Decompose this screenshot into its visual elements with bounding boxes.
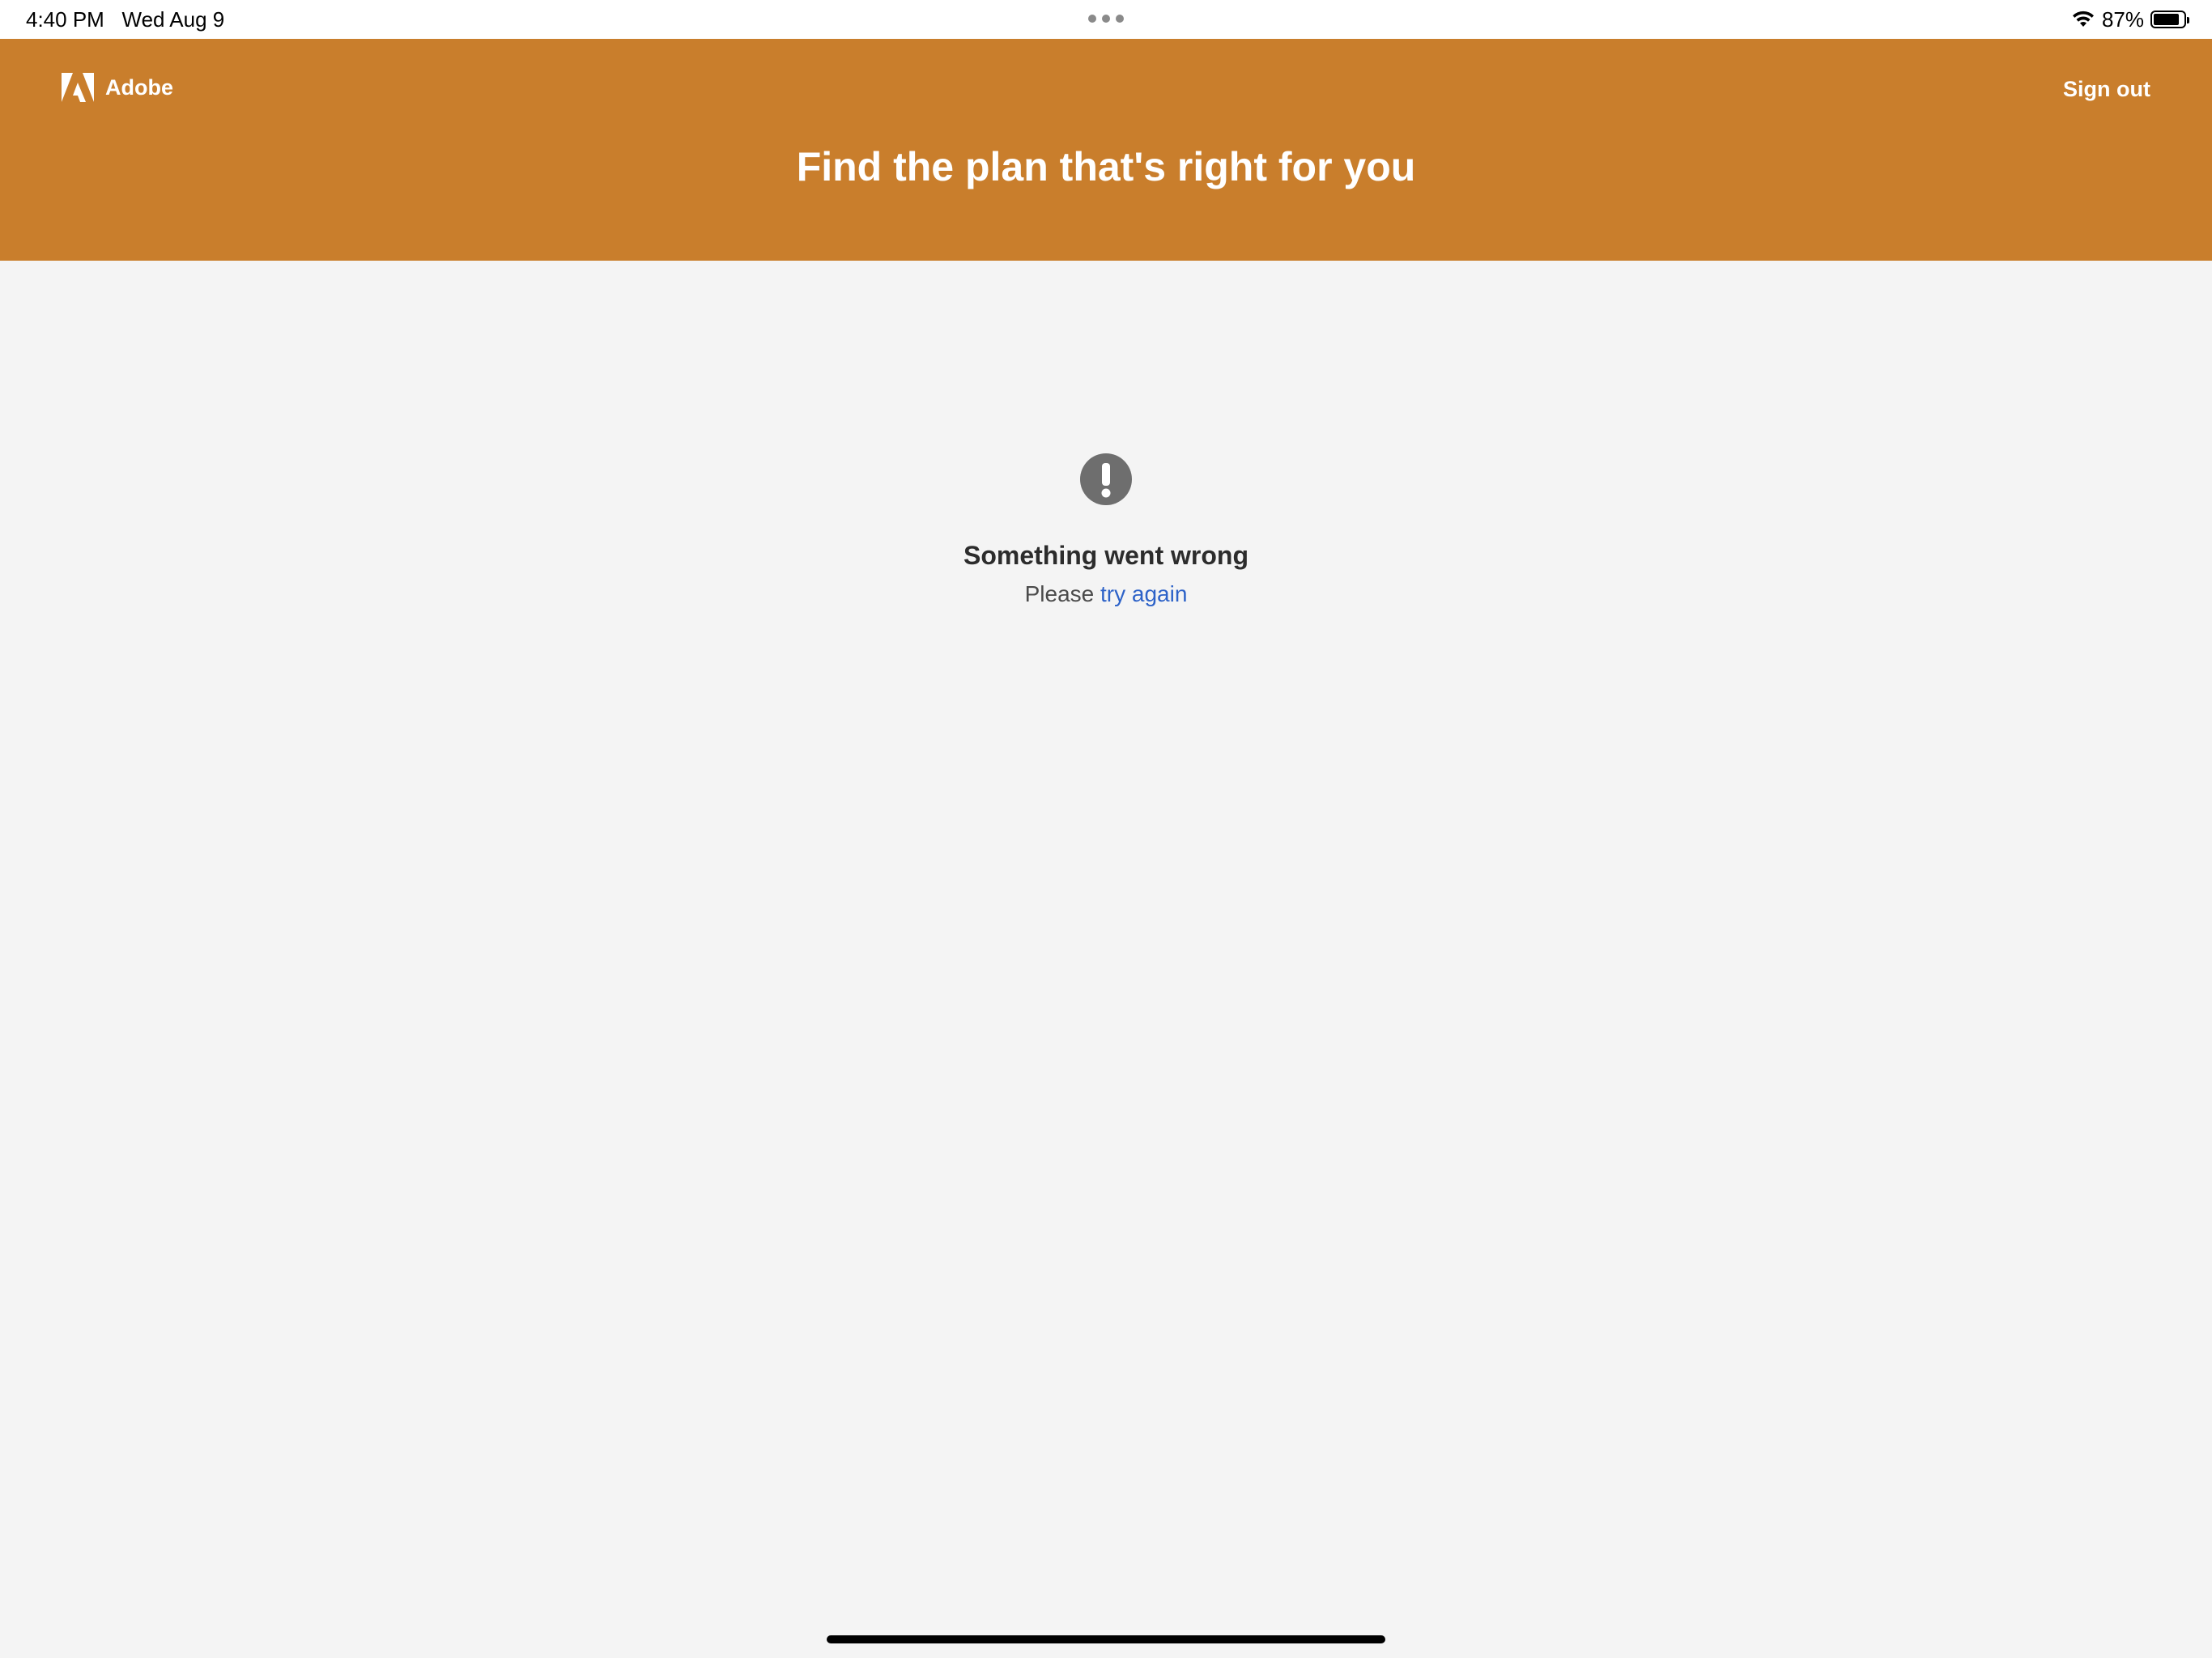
dot: [1116, 15, 1124, 23]
status-bar: 4:40 PM Wed Aug 9 87%: [0, 0, 2212, 39]
status-time: 4:40 PM: [26, 7, 104, 32]
brand-name: Adobe: [105, 74, 173, 100]
exclamation-circle-icon: [1080, 453, 1132, 505]
home-indicator[interactable]: [827, 1635, 1385, 1643]
dot: [1088, 15, 1096, 23]
error-panel: Something went wrong Please try again: [0, 453, 2212, 609]
error-message-prefix: Please: [1024, 581, 1095, 606]
more-dots-icon[interactable]: [1088, 15, 1124, 23]
battery-percent: 87%: [2101, 7, 2144, 32]
status-time-date: 4:40 PM Wed Aug 9: [26, 6, 224, 32]
try-again-link[interactable]: try again: [1100, 581, 1187, 606]
sign-out-button[interactable]: Sign out: [2063, 73, 2150, 105]
wifi-icon: [2071, 11, 2095, 28]
battery-icon: [2150, 11, 2189, 28]
error-message: Please try again: [0, 580, 2212, 609]
dot: [1102, 15, 1110, 23]
battery-fill: [2154, 14, 2180, 25]
battery-nub: [2187, 17, 2189, 23]
status-indicators: 87%: [2071, 5, 2189, 34]
status-date: Wed Aug 9: [121, 7, 225, 32]
error-title: Something went wrong: [963, 541, 1249, 570]
header-banner: Adobe Sign out Find the plan that's righ…: [0, 39, 2212, 261]
brand[interactable]: Adobe: [62, 71, 173, 104]
adobe-logo-icon: [62, 73, 94, 102]
page-title: Find the plan that's right for you: [796, 144, 1416, 189]
